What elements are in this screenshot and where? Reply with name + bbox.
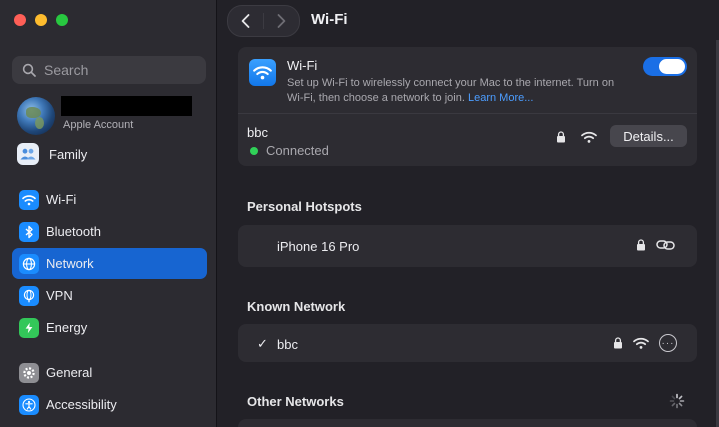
wifi-description: Set up Wi-Fi to wirelessly connect your … (287, 76, 632, 105)
sidebar-item-label: General (46, 365, 93, 380)
wifi-card: Wi-Fi Set up Wi-Fi to wirelessly connect… (238, 47, 697, 166)
wifi-icon (249, 59, 276, 86)
current-network-name: bbc (247, 125, 268, 140)
wifi-toggle[interactable] (643, 57, 687, 76)
lock-icon (614, 337, 622, 349)
sidebar-item-vpn[interactable]: VPN (12, 280, 207, 311)
sidebar-item-label: Family (49, 146, 88, 162)
connection-status: Connected (250, 143, 329, 158)
details-button[interactable]: Details... (610, 125, 687, 147)
page-title: Wi-Fi (311, 11, 348, 28)
family-icon (17, 143, 39, 165)
avatar (17, 97, 55, 135)
sidebar-item-label: Bluetooth (46, 224, 101, 239)
sidebar-item-network[interactable]: Network (12, 248, 207, 279)
checkmark-icon: ✓ (257, 336, 268, 351)
sidebar-item-label: Energy (46, 320, 88, 335)
close-button[interactable] (14, 14, 26, 26)
sidebar-item-general[interactable]: General (12, 357, 207, 388)
other-networks-heading: Other Networks (247, 394, 344, 409)
minimize-button[interactable] (35, 14, 47, 26)
energy-icon (19, 317, 39, 338)
apple-account-item[interactable]: Apple Account (17, 96, 207, 136)
globe-icon (19, 253, 39, 274)
wifi-description-text: Set up Wi-Fi to wirelessly connect your … (287, 77, 615, 104)
forward-button[interactable] (264, 6, 299, 36)
zoom-button[interactable] (56, 14, 68, 26)
sidebar-item-accessibility[interactable]: Accessibility (12, 389, 207, 420)
settings-window: Apple Account Family (0, 0, 719, 427)
accessibility-icon (19, 394, 39, 415)
wifi-signal-icon (581, 131, 597, 143)
wifi-icon (19, 189, 39, 210)
chevron-left-icon (241, 14, 250, 28)
lock-icon (557, 131, 565, 143)
status-dot (250, 146, 258, 155)
globe-vpn-icon (19, 285, 39, 306)
learn-more-link[interactable]: Learn More... (468, 92, 533, 104)
sidebar-item-label: VPN (46, 288, 73, 303)
hotspot-row[interactable]: iPhone 16 Pro (238, 225, 697, 267)
known-network-name: bbc (277, 337, 298, 352)
bluetooth-icon (19, 221, 39, 242)
account-name-redacted (61, 96, 192, 116)
account-subtitle: Apple Account (63, 119, 134, 131)
spinner-icon (669, 393, 685, 409)
gear-icon (19, 362, 39, 383)
wifi-title: Wi-Fi (287, 58, 318, 73)
sidebar-item-energy[interactable]: Energy (12, 312, 207, 343)
sidebar-item-label: Accessibility (46, 397, 117, 412)
toggle-knob (659, 59, 685, 74)
divider (238, 113, 697, 114)
sidebar-item-wifi[interactable]: Wi-Fi (12, 184, 207, 215)
back-button[interactable] (228, 6, 263, 36)
link-icon (656, 240, 675, 250)
search-field[interactable] (12, 56, 206, 84)
back-forward-buttons (227, 5, 300, 37)
chevron-right-icon (277, 14, 286, 28)
sidebar-item-label: Wi-Fi (46, 192, 77, 207)
other-networks-list (238, 419, 697, 427)
lock-icon (637, 239, 645, 251)
personal-hotspots-heading: Personal Hotspots (247, 199, 362, 214)
sidebar: Apple Account Family (0, 0, 217, 427)
hotspot-name: iPhone 16 Pro (277, 239, 360, 254)
search-input[interactable] (42, 61, 196, 79)
toolbar: Wi-Fi (217, 0, 719, 40)
status-text: Connected (266, 143, 329, 158)
traffic-lights (14, 14, 68, 26)
sidebar-item-family[interactable]: Family (17, 143, 87, 165)
sidebar-item-label: Network (46, 256, 94, 271)
more-options-icon[interactable]: ··· (659, 334, 677, 352)
search-icon (22, 63, 36, 77)
sidebar-item-bluetooth[interactable]: Bluetooth (12, 216, 207, 247)
known-network-row[interactable]: ✓ bbc ··· (238, 324, 697, 362)
wifi-signal-icon (633, 337, 649, 349)
known-network-heading: Known Network (247, 299, 346, 314)
